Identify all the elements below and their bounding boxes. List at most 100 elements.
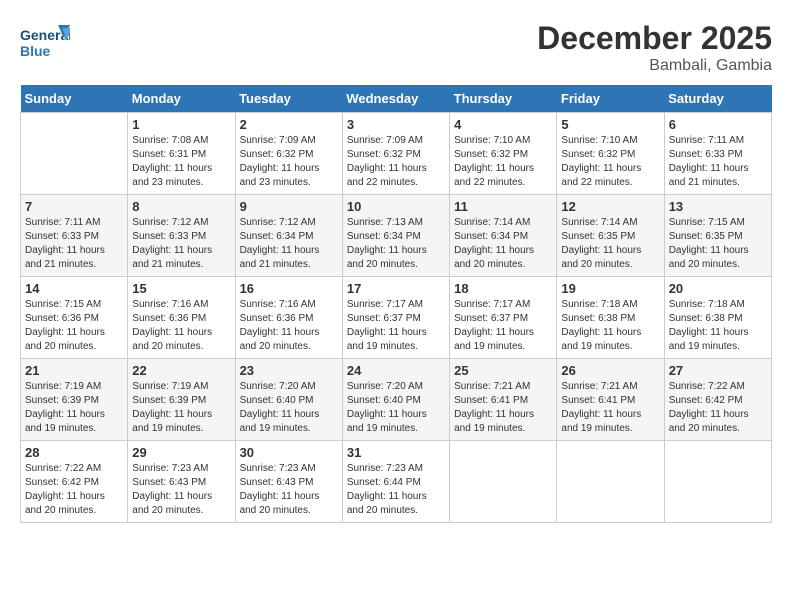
calendar-cell: 6 Sunrise: 7:11 AM Sunset: 6:33 PM Dayli…	[664, 113, 771, 195]
day-info: Sunrise: 7:21 AM Sunset: 6:41 PM Dayligh…	[454, 380, 552, 436]
daylight: Daylight: 11 hours and 20 minutes.	[454, 245, 534, 270]
day-info: Sunrise: 7:18 AM Sunset: 6:38 PM Dayligh…	[669, 298, 767, 354]
page-header: General Blue December 2025 Bambali, Gamb…	[20, 20, 772, 75]
day-number: 28	[25, 445, 123, 460]
sunrise: Sunrise: 7:10 AM	[454, 135, 530, 146]
calendar-week-4: 21 Sunrise: 7:19 AM Sunset: 6:39 PM Dayl…	[21, 359, 772, 441]
sunset: Sunset: 6:37 PM	[347, 313, 421, 324]
calendar-cell: 2 Sunrise: 7:09 AM Sunset: 6:32 PM Dayli…	[235, 113, 342, 195]
sunrise: Sunrise: 7:15 AM	[669, 217, 745, 228]
sunrise: Sunrise: 7:08 AM	[132, 135, 208, 146]
day-number: 8	[132, 199, 230, 214]
day-number: 11	[454, 199, 552, 214]
sunset: Sunset: 6:34 PM	[240, 231, 314, 242]
day-info: Sunrise: 7:11 AM Sunset: 6:33 PM Dayligh…	[25, 216, 123, 272]
calendar-cell: 7 Sunrise: 7:11 AM Sunset: 6:33 PM Dayli…	[21, 195, 128, 277]
daylight: Daylight: 11 hours and 20 minutes.	[25, 327, 105, 352]
day-number: 21	[25, 363, 123, 378]
sunrise: Sunrise: 7:21 AM	[561, 381, 637, 392]
day-number: 10	[347, 199, 445, 214]
calendar-cell	[21, 113, 128, 195]
daylight: Daylight: 11 hours and 19 minutes.	[347, 327, 427, 352]
day-info: Sunrise: 7:15 AM Sunset: 6:36 PM Dayligh…	[25, 298, 123, 354]
sunrise: Sunrise: 7:18 AM	[669, 299, 745, 310]
calendar-cell: 21 Sunrise: 7:19 AM Sunset: 6:39 PM Dayl…	[21, 359, 128, 441]
col-wednesday: Wednesday	[342, 85, 449, 113]
day-info: Sunrise: 7:09 AM Sunset: 6:32 PM Dayligh…	[347, 134, 445, 190]
sunrise: Sunrise: 7:17 AM	[347, 299, 423, 310]
calendar-cell: 5 Sunrise: 7:10 AM Sunset: 6:32 PM Dayli…	[557, 113, 664, 195]
sunset: Sunset: 6:36 PM	[240, 313, 314, 324]
day-info: Sunrise: 7:23 AM Sunset: 6:44 PM Dayligh…	[347, 462, 445, 518]
daylight: Daylight: 11 hours and 19 minutes.	[561, 409, 641, 434]
sunset: Sunset: 6:43 PM	[132, 477, 206, 488]
day-info: Sunrise: 7:12 AM Sunset: 6:34 PM Dayligh…	[240, 216, 338, 272]
day-number: 16	[240, 281, 338, 296]
daylight: Daylight: 11 hours and 21 minutes.	[669, 163, 749, 188]
day-number: 12	[561, 199, 659, 214]
calendar-cell: 10 Sunrise: 7:13 AM Sunset: 6:34 PM Dayl…	[342, 195, 449, 277]
day-number: 23	[240, 363, 338, 378]
day-number: 26	[561, 363, 659, 378]
col-tuesday: Tuesday	[235, 85, 342, 113]
sunrise: Sunrise: 7:11 AM	[669, 135, 744, 146]
sunrise: Sunrise: 7:16 AM	[132, 299, 208, 310]
calendar-cell	[557, 441, 664, 523]
daylight: Daylight: 11 hours and 21 minutes.	[240, 245, 320, 270]
calendar-header: Sunday Monday Tuesday Wednesday Thursday…	[21, 85, 772, 113]
sunset: Sunset: 6:31 PM	[132, 149, 206, 160]
day-number: 15	[132, 281, 230, 296]
day-number: 1	[132, 117, 230, 132]
calendar-week-1: 1 Sunrise: 7:08 AM Sunset: 6:31 PM Dayli…	[21, 113, 772, 195]
sunset: Sunset: 6:41 PM	[561, 395, 635, 406]
calendar-cell: 1 Sunrise: 7:08 AM Sunset: 6:31 PM Dayli…	[128, 113, 235, 195]
day-info: Sunrise: 7:09 AM Sunset: 6:32 PM Dayligh…	[240, 134, 338, 190]
sunset: Sunset: 6:32 PM	[561, 149, 635, 160]
day-info: Sunrise: 7:12 AM Sunset: 6:33 PM Dayligh…	[132, 216, 230, 272]
sunrise: Sunrise: 7:14 AM	[454, 217, 530, 228]
daylight: Daylight: 11 hours and 20 minutes.	[669, 409, 749, 434]
sunrise: Sunrise: 7:11 AM	[25, 217, 100, 228]
sunset: Sunset: 6:36 PM	[132, 313, 206, 324]
sunset: Sunset: 6:35 PM	[669, 231, 743, 242]
calendar-cell: 25 Sunrise: 7:21 AM Sunset: 6:41 PM Dayl…	[450, 359, 557, 441]
daylight: Daylight: 11 hours and 23 minutes.	[240, 163, 320, 188]
daylight: Daylight: 11 hours and 20 minutes.	[347, 245, 427, 270]
calendar-cell: 3 Sunrise: 7:09 AM Sunset: 6:32 PM Dayli…	[342, 113, 449, 195]
day-info: Sunrise: 7:16 AM Sunset: 6:36 PM Dayligh…	[132, 298, 230, 354]
calendar-cell: 30 Sunrise: 7:23 AM Sunset: 6:43 PM Dayl…	[235, 441, 342, 523]
sunrise: Sunrise: 7:19 AM	[132, 381, 208, 392]
calendar-cell: 12 Sunrise: 7:14 AM Sunset: 6:35 PM Dayl…	[557, 195, 664, 277]
day-number: 6	[669, 117, 767, 132]
logo-icon: General Blue	[20, 20, 60, 60]
day-info: Sunrise: 7:20 AM Sunset: 6:40 PM Dayligh…	[240, 380, 338, 436]
sunset: Sunset: 6:32 PM	[347, 149, 421, 160]
calendar-cell: 27 Sunrise: 7:22 AM Sunset: 6:42 PM Dayl…	[664, 359, 771, 441]
sunrise: Sunrise: 7:16 AM	[240, 299, 316, 310]
sunrise: Sunrise: 7:23 AM	[240, 463, 316, 474]
sunset: Sunset: 6:32 PM	[240, 149, 314, 160]
day-info: Sunrise: 7:23 AM Sunset: 6:43 PM Dayligh…	[132, 462, 230, 518]
sunset: Sunset: 6:42 PM	[25, 477, 99, 488]
daylight: Daylight: 11 hours and 19 minutes.	[454, 327, 534, 352]
daylight: Daylight: 11 hours and 19 minutes.	[132, 409, 212, 434]
day-number: 29	[132, 445, 230, 460]
calendar-table: Sunday Monday Tuesday Wednesday Thursday…	[20, 85, 772, 523]
daylight: Daylight: 11 hours and 21 minutes.	[132, 245, 212, 270]
day-info: Sunrise: 7:17 AM Sunset: 6:37 PM Dayligh…	[347, 298, 445, 354]
daylight: Daylight: 11 hours and 20 minutes.	[561, 245, 641, 270]
sunrise: Sunrise: 7:12 AM	[132, 217, 208, 228]
day-info: Sunrise: 7:23 AM Sunset: 6:43 PM Dayligh…	[240, 462, 338, 518]
day-number: 13	[669, 199, 767, 214]
col-friday: Friday	[557, 85, 664, 113]
sunset: Sunset: 6:34 PM	[454, 231, 528, 242]
day-number: 7	[25, 199, 123, 214]
day-number: 2	[240, 117, 338, 132]
title-area: December 2025 Bambali, Gambia	[537, 20, 772, 75]
sunrise: Sunrise: 7:20 AM	[347, 381, 423, 392]
daylight: Daylight: 11 hours and 23 minutes.	[132, 163, 212, 188]
day-number: 22	[132, 363, 230, 378]
calendar-cell: 8 Sunrise: 7:12 AM Sunset: 6:33 PM Dayli…	[128, 195, 235, 277]
calendar-cell: 11 Sunrise: 7:14 AM Sunset: 6:34 PM Dayl…	[450, 195, 557, 277]
daylight: Daylight: 11 hours and 20 minutes.	[132, 491, 212, 516]
